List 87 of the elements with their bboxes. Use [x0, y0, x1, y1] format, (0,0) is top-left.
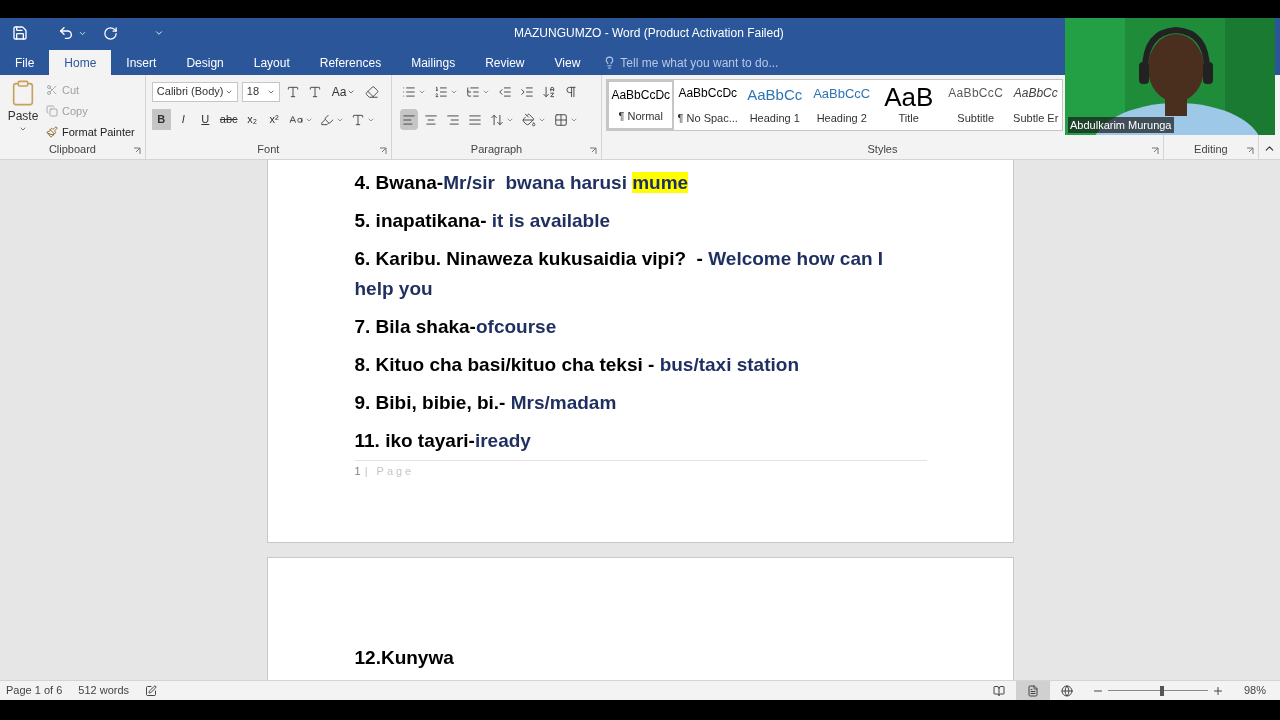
style-gallery-item[interactable]: AaBbCcC Subtitle — [942, 80, 1010, 130]
clear-formatting-icon — [364, 84, 379, 99]
tell-me-field[interactable]: Tell me what you want to do... — [603, 50, 779, 75]
paste-button[interactable]: Paste — [4, 79, 42, 141]
ribbon-tab[interactable]: References — [304, 50, 397, 75]
ribbon-tab[interactable]: Mailings — [396, 50, 471, 75]
document-paragraph: 12.Kunywa — [354, 646, 455, 670]
style-gallery-item[interactable]: AaBbCcDc ¶ Normal — [607, 80, 675, 130]
dialog-launcher-icon[interactable] — [589, 147, 598, 155]
group-label: Editing — [1194, 141, 1228, 157]
dialog-launcher-icon[interactable] — [1150, 147, 1159, 155]
change-case-button[interactable]: Aa — [327, 82, 359, 101]
group-label: Font — [257, 141, 280, 157]
format-button[interactable]: U — [195, 109, 215, 130]
grow-font-icon — [285, 84, 300, 99]
ribbon-tab[interactable]: Design — [171, 50, 239, 75]
format-button[interactable]: I — [173, 109, 193, 130]
dialog-launcher-icon[interactable] — [378, 147, 387, 155]
ribbon-tab[interactable]: Layout — [238, 50, 305, 75]
format-button[interactable]: abc — [217, 109, 240, 130]
line-spacing-icon — [489, 112, 504, 127]
bullets-icon — [401, 84, 416, 99]
ribbon-tab[interactable]: Insert — [111, 50, 172, 75]
increase-indent-icon — [519, 84, 534, 99]
scissors-icon — [46, 84, 58, 96]
align-button[interactable] — [399, 109, 418, 130]
ribbon-tab[interactable]: View — [539, 50, 596, 75]
sort-icon — [541, 84, 556, 99]
ribbon-tab[interactable]: File — [0, 50, 50, 75]
dialog-launcher-icon[interactable] — [1246, 147, 1254, 155]
document-paragraph: 5. inapatikana- it is available — [354, 209, 612, 233]
footer-text: | Page — [364, 464, 415, 479]
document-paragraph: 8. Kituo cha basi/kituo cha teksi - bus/taxi station — [354, 353, 800, 377]
borders-icon — [553, 112, 568, 127]
document-paragraph: 11. iko tayari-iready — [354, 429, 532, 453]
globe-icon — [1060, 684, 1073, 697]
page-number: 1 — [354, 464, 361, 479]
numbering-icon — [433, 84, 448, 99]
decrease-indent-icon — [497, 84, 512, 99]
view-button[interactable] — [1015, 680, 1050, 701]
align-icon — [445, 112, 460, 127]
style-gallery-item[interactable]: AaB Title — [875, 80, 943, 130]
group-label: Styles — [867, 141, 898, 157]
copy-icon — [46, 105, 58, 117]
paintbrush-icon — [46, 126, 58, 138]
style-gallery-item[interactable]: AaBbCcC Heading 2 — [808, 80, 876, 130]
shading-icon — [521, 112, 536, 127]
zoom-in-icon[interactable] — [1211, 684, 1224, 697]
proofing-icon[interactable] — [145, 684, 158, 697]
dialog-launcher-icon[interactable] — [132, 147, 141, 155]
document-paragraph: 4. Bwana-Mr/sir bwana harusi mume — [354, 171, 690, 195]
format-button[interactable]: x² — [264, 109, 284, 130]
pilcrow-icon — [563, 84, 578, 99]
document-paragraph: 9. Bibi, bibie, bi.- Mrs/madam — [354, 391, 618, 415]
format-button[interactable]: B — [151, 109, 171, 130]
book-icon — [992, 684, 1005, 697]
save-icon[interactable] — [12, 25, 28, 41]
ribbon-tab[interactable]: Home — [49, 50, 112, 75]
zoom-level: 98% — [1243, 683, 1266, 699]
style-gallery-item[interactable]: AaBbCc Heading 1 — [741, 80, 809, 130]
page-icon — [1026, 684, 1039, 697]
clipboard-button[interactable]: Format Painter — [46, 123, 135, 141]
group-label: Clipboard — [48, 142, 96, 157]
page-count: Page 1 of 6 — [6, 683, 63, 699]
ribbon-tab[interactable]: Review — [470, 50, 540, 75]
window-title: MAZUNGUMZO - Word (Product Activation Failed) — [514, 25, 784, 42]
document-paragraph: 7. Bila shaka-ofcourse — [354, 315, 558, 339]
word-count: 512 words — [78, 683, 130, 699]
highlighter-icon — [319, 112, 334, 127]
document-paragraph: 6. Karibu. Ninaweza kukusaidia vipi? - Welcome how can I help you — [354, 247, 885, 301]
format-button[interactable]: x₂ — [242, 109, 262, 130]
align-icon — [467, 112, 482, 127]
multilevel-list-icon — [465, 84, 480, 99]
style-gallery-item[interactable]: AaBbCcDc ¶ No Spac... — [674, 80, 742, 130]
undo-icon[interactable] — [58, 25, 74, 41]
zoom-slider[interactable] — [1107, 685, 1208, 696]
font-name-field[interactable]: Calibri (Body) — [151, 81, 238, 102]
shrink-font-icon — [307, 84, 322, 99]
align-icon — [401, 112, 416, 127]
group-label: Paragraph — [470, 141, 523, 157]
font-color-icon — [350, 112, 365, 127]
redo-icon[interactable] — [103, 25, 118, 41]
font-size-field[interactable]: 18 — [241, 81, 280, 102]
style-gallery-item[interactable]: AaBbCc Subtle Er — [1009, 80, 1063, 130]
customize-toolbar-icon[interactable] — [154, 28, 164, 38]
align-icon — [423, 112, 438, 127]
caret-icon — [19, 125, 27, 133]
